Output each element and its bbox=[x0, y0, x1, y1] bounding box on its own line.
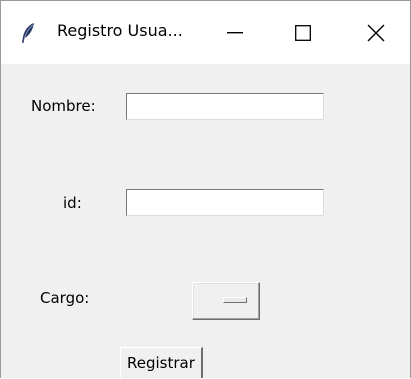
form-area: Nombre: id: Cargo: Registrar bbox=[1, 64, 410, 378]
cargo-label: Cargo: bbox=[40, 289, 90, 307]
id-label: id: bbox=[63, 194, 82, 212]
registrar-button[interactable]: Registrar bbox=[120, 347, 203, 378]
app-window: Registro Usua... Nombre: id: Cargo: Regi bbox=[0, 0, 411, 378]
cargo-option-menu[interactable] bbox=[192, 282, 260, 320]
option-menu-indicator-icon bbox=[223, 297, 247, 303]
close-icon bbox=[367, 24, 385, 42]
id-input[interactable] bbox=[126, 189, 324, 216]
nombre-input[interactable] bbox=[126, 93, 324, 120]
nombre-label: Nombre: bbox=[31, 97, 96, 115]
window-title: Registro Usua... bbox=[57, 21, 183, 40]
maximize-button[interactable] bbox=[269, 1, 337, 64]
maximize-icon bbox=[295, 24, 311, 41]
minimize-button[interactable] bbox=[201, 1, 269, 64]
feather-icon bbox=[19, 22, 37, 44]
close-button[interactable] bbox=[342, 1, 410, 64]
title-bar[interactable]: Registro Usua... bbox=[1, 1, 410, 64]
minimize-icon bbox=[227, 31, 243, 34]
